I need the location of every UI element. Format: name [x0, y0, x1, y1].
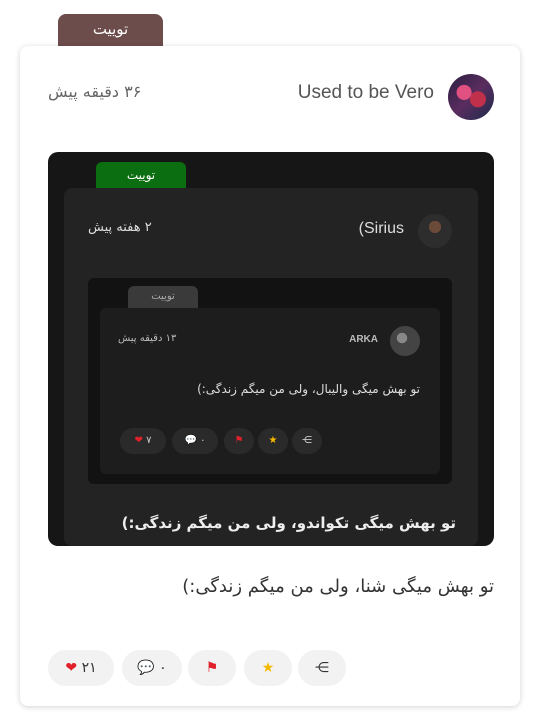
- post-card: Used to be Vero ۳۶ دقیقه پیش توییت (Siri…: [20, 46, 520, 706]
- inner-avatar: [390, 326, 420, 356]
- share-button[interactable]: ⋲: [298, 650, 346, 686]
- comment-count: ۰: [159, 660, 167, 676]
- inner-star-button: ★: [258, 428, 288, 454]
- embedded-avatar: [418, 214, 452, 248]
- inner-flag-button: ⚑: [224, 428, 254, 454]
- like-button[interactable]: ❤ ۲۱: [48, 650, 114, 686]
- embedded-time: ۲ هفته پیش: [88, 220, 152, 235]
- embedded-post[interactable]: توییت (Sirius ۲ هفته پیش ARKA ۱۳ دقیقه پ…: [48, 152, 494, 546]
- inner-comment-count: ۰: [200, 435, 206, 446]
- like-count: ۲۱: [81, 660, 97, 676]
- embedded-post-text: تو بهش میگی تکواندو، ولی من میگم زندگی:): [121, 514, 456, 532]
- comment-icon: 💬: [137, 660, 155, 676]
- share-icon: ⋲: [302, 435, 312, 446]
- post-text: تو بهش میگی شنا، ولی من میگم زندگی:): [182, 576, 494, 597]
- inner-share-button: ⋲: [292, 428, 322, 454]
- flag-icon: ⚑: [234, 435, 244, 446]
- heart-icon: ❤: [134, 435, 143, 446]
- inner-like-button: ❤ ۷: [120, 428, 166, 454]
- inner-embedded-post: ARKA ۱۳ دقیقه پیش تو بهش میگی والیبال، و…: [88, 278, 452, 484]
- inner-time: ۱۳ دقیقه پیش: [118, 333, 177, 344]
- star-icon: ★: [261, 660, 275, 676]
- inner-post-card: ARKA ۱۳ دقیقه پیش تو بهش میگی والیبال، و…: [100, 308, 440, 474]
- embedded-post-type-tab: توییت: [96, 162, 186, 190]
- username[interactable]: Used to be Vero: [298, 82, 434, 104]
- comment-button[interactable]: 💬 ۰: [122, 650, 182, 686]
- embedded-username: (Sirius: [358, 220, 404, 237]
- star-button[interactable]: ★: [244, 650, 292, 686]
- avatar[interactable]: [448, 74, 494, 120]
- comment-icon: 💬: [184, 435, 197, 446]
- inner-like-count: ۷: [146, 435, 152, 446]
- inner-post-text: تو بهش میگی والیبال، ولی من میگم زندگی:): [197, 382, 420, 396]
- heart-icon: ❤: [65, 660, 78, 676]
- flag-icon: ⚑: [205, 660, 219, 676]
- star-icon: ★: [268, 435, 278, 446]
- post-time: ۳۶ دقیقه پیش: [48, 82, 142, 101]
- inner-post-type-tab: توییت: [128, 286, 198, 308]
- flag-button[interactable]: ⚑: [188, 650, 236, 686]
- share-icon: ⋲: [315, 660, 329, 676]
- inner-comment-button: 💬 ۰: [172, 428, 218, 454]
- post-type-tab: توییت: [58, 14, 163, 48]
- embedded-post-card: (Sirius ۲ هفته پیش ARKA ۱۳ دقیقه پیش تو …: [64, 188, 478, 546]
- inner-username: ARKA: [349, 334, 378, 345]
